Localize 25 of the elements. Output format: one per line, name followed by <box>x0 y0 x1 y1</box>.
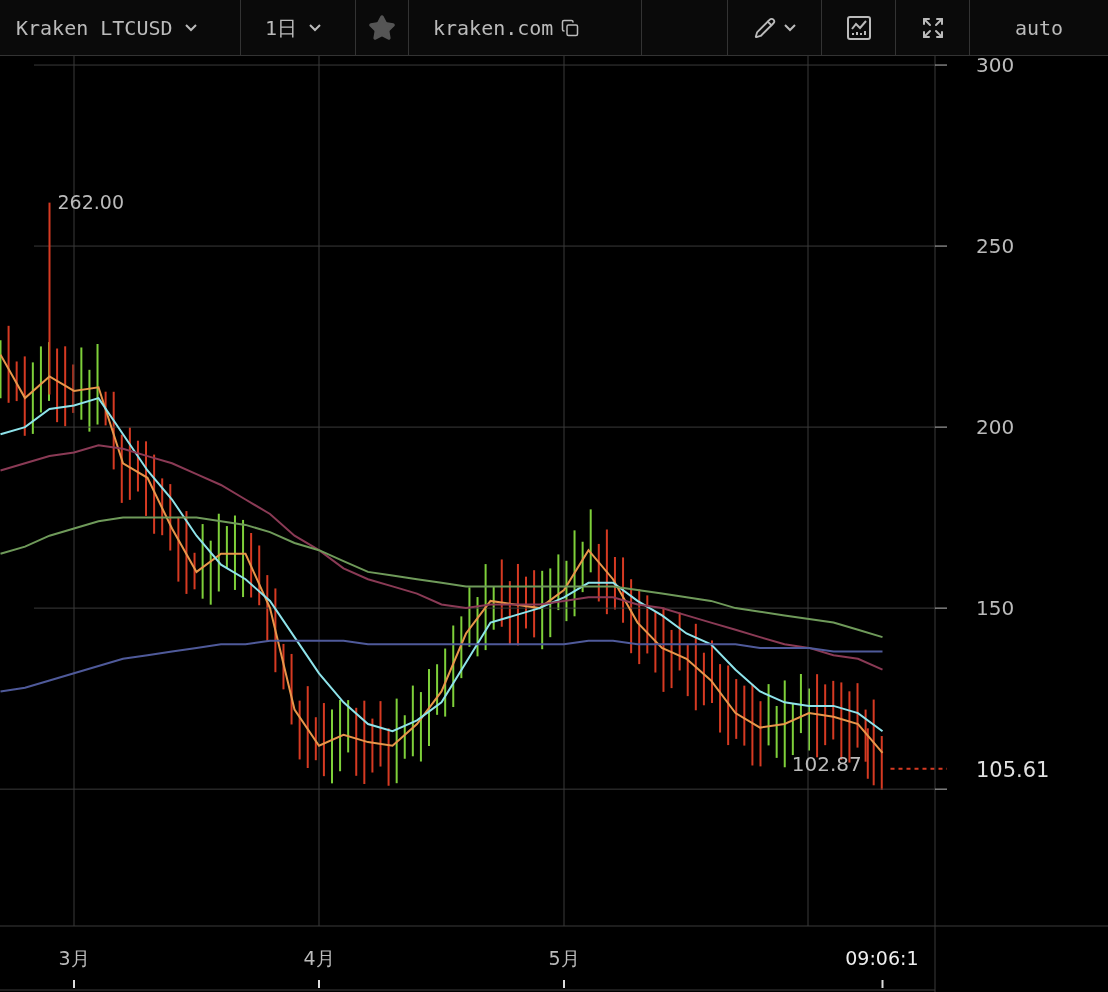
time-axis-label: 3月 <box>58 947 90 969</box>
price-axis-label: 150 <box>976 596 1015 621</box>
price-axis-label: 200 <box>976 415 1015 440</box>
price-axis-label: 250 <box>976 234 1015 259</box>
expand-icon <box>920 15 945 40</box>
symbol-selector[interactable]: Kraken LTCUSD <box>0 0 241 55</box>
caret-icon <box>184 23 197 32</box>
star-icon <box>368 13 396 42</box>
drawing-tools-button[interactable] <box>727 0 822 55</box>
price-bar <box>866 727 869 780</box>
auto-scale-button[interactable]: auto <box>970 0 1108 55</box>
price-axis-label: 300 <box>976 56 1015 78</box>
interval-selector[interactable]: 1日 <box>241 0 356 55</box>
chart-icon <box>845 14 872 41</box>
time-axis-label: 5月 <box>548 947 580 969</box>
site-link[interactable]: kraken.com <box>409 0 642 55</box>
last-price-label: 105.61 <box>976 757 1050 782</box>
time-axis-label: 4月 <box>303 947 335 969</box>
pencil-icon <box>753 16 776 39</box>
low-price-label: 102.87 <box>791 751 862 776</box>
copy-icon <box>561 18 580 37</box>
high-price-label: 262.00 <box>57 190 124 213</box>
caret-icon <box>309 23 322 32</box>
time-axis-label: 09:06:1 <box>845 947 919 969</box>
caret-icon <box>783 23 796 32</box>
